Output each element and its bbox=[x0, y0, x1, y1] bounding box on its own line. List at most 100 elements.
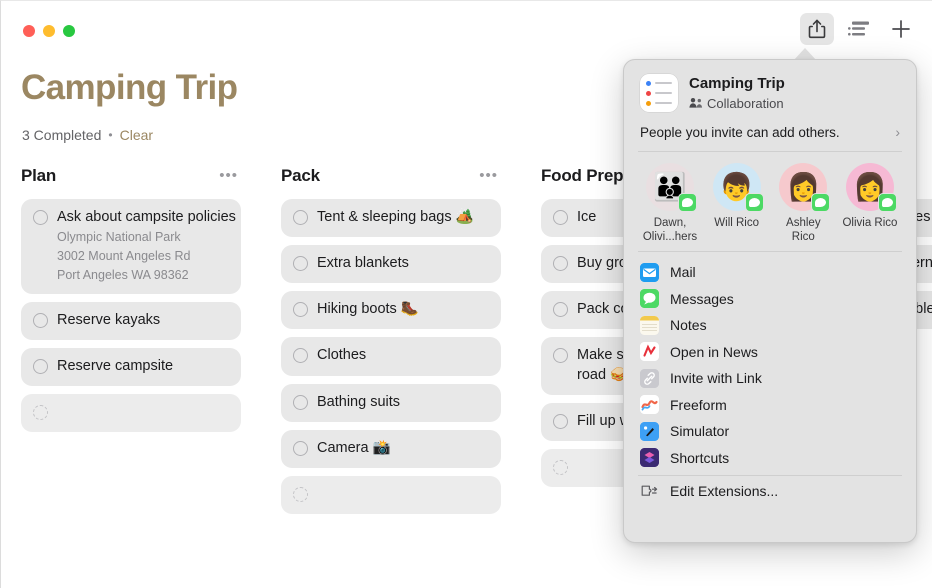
reminder-body: Camera 📸 bbox=[317, 439, 489, 458]
share-contact[interactable]: 👪 Dawn, Olivi...hers bbox=[638, 163, 702, 245]
popover-header: Camping Trip Collaboration bbox=[624, 60, 916, 120]
reminder-row[interactable]: Camera 📸 bbox=[281, 429, 501, 468]
reminder-checkbox-icon[interactable] bbox=[33, 312, 48, 328]
reminder-checkbox-icon[interactable] bbox=[553, 256, 568, 272]
column-header: Plan ••• bbox=[21, 159, 241, 193]
popover-collaboration-row: Collaboration bbox=[689, 96, 785, 111]
share-target-item[interactable]: Messages bbox=[624, 285, 916, 312]
share-icon bbox=[808, 19, 826, 39]
avatar-wrapper: 👪 bbox=[646, 163, 697, 212]
collaboration-label: Collaboration bbox=[707, 95, 784, 111]
share-target-item[interactable]: Mail bbox=[624, 259, 916, 286]
share-target-label: Open in News bbox=[670, 343, 758, 360]
reminder-checkbox-icon[interactable] bbox=[293, 394, 308, 410]
reminder-row[interactable]: Clothes bbox=[281, 337, 501, 376]
reminder-checkbox-icon[interactable] bbox=[553, 210, 568, 225]
reminder-title: Extra blankets bbox=[317, 255, 409, 272]
invite-permission-label: People you invite can add others. bbox=[640, 124, 840, 140]
reminder-title: Camera 📸 bbox=[317, 439, 391, 456]
new-reminder-row[interactable] bbox=[281, 475, 501, 514]
share-target-item[interactable]: Open in News bbox=[624, 338, 916, 365]
reminder-checkbox-icon[interactable] bbox=[293, 348, 308, 364]
zoom-window-button[interactable] bbox=[63, 25, 75, 37]
list-status-line: 3 Completed • Clear bbox=[22, 127, 153, 143]
share-contact[interactable]: 👦 Will Rico bbox=[705, 163, 769, 245]
board-column: Plan ••• Ask about campsite policies Olympi… bbox=[1, 159, 261, 588]
reminders-list-icon bbox=[640, 74, 678, 112]
shortcuts-icon bbox=[640, 448, 659, 467]
reminder-checkbox-icon[interactable] bbox=[293, 302, 308, 318]
share-target-item[interactable]: Freeform bbox=[624, 391, 916, 418]
reminders-window: Camping Trip 3 Completed • Clear Plan •••… bbox=[0, 0, 932, 588]
reminder-body: Bathing suits bbox=[317, 393, 489, 412]
contact-name: Olivia Rico bbox=[842, 217, 898, 229]
reminder-checkbox-icon[interactable] bbox=[293, 210, 308, 225]
reminder-row[interactable]: Ask about campsite policies Olympic Natio… bbox=[21, 199, 241, 294]
share-target-label: Mail bbox=[670, 264, 696, 280]
reminder-checkbox-icon[interactable] bbox=[293, 486, 308, 502]
share-target-item[interactable]: Simulator bbox=[624, 418, 916, 445]
column-title: Food Prep bbox=[541, 166, 624, 185]
share-target-item[interactable]: Invite with Link bbox=[624, 365, 916, 392]
reminder-note-line: 3002 Mount Angeles Rd bbox=[57, 249, 191, 263]
reminder-checkbox-icon[interactable] bbox=[553, 348, 568, 364]
clear-completed-link[interactable]: Clear bbox=[120, 127, 153, 143]
people-icon bbox=[689, 98, 703, 108]
reminder-checkbox-icon[interactable] bbox=[33, 210, 48, 225]
messages-badge-icon bbox=[877, 193, 897, 212]
reminder-checkbox-icon[interactable] bbox=[33, 405, 48, 420]
reminder-row[interactable]: Bathing suits bbox=[281, 383, 501, 422]
avatar-wrapper: 👩 bbox=[845, 163, 897, 212]
window-titlebar bbox=[1, 1, 932, 61]
share-contact[interactable]: 👩 Olivia Rico bbox=[838, 163, 902, 245]
reminder-row[interactable]: Reserve kayaks bbox=[21, 301, 241, 340]
reminder-checkbox-icon[interactable] bbox=[553, 302, 568, 318]
add-reminder-button[interactable] bbox=[884, 13, 918, 45]
column-header: Pack ••• bbox=[281, 159, 501, 193]
share-target-label: Invite with Link bbox=[670, 370, 762, 386]
messages-icon bbox=[640, 289, 659, 308]
list-view-icon bbox=[848, 21, 869, 36]
reminder-checkbox-icon[interactable] bbox=[553, 413, 568, 429]
share-target-label: Simulator bbox=[670, 423, 730, 439]
new-reminder-row[interactable] bbox=[21, 394, 241, 432]
messages-badge-icon bbox=[811, 193, 831, 212]
reminder-body: Extra blankets bbox=[317, 254, 489, 273]
minimize-window-button[interactable] bbox=[43, 25, 55, 37]
close-window-button[interactable] bbox=[23, 25, 35, 37]
reminder-checkbox-icon[interactable] bbox=[33, 358, 48, 374]
reminder-row[interactable]: Hiking boots 🥾 bbox=[281, 291, 501, 330]
contact-name: Ashley Rico bbox=[786, 217, 821, 244]
column-title: Pack bbox=[281, 166, 320, 185]
share-target-label: Freeform bbox=[670, 396, 727, 413]
news-icon bbox=[640, 342, 659, 361]
popover-footer: Edit Extensions... bbox=[624, 476, 916, 505]
share-target-item[interactable]: Shortcuts bbox=[624, 444, 916, 471]
list-view-button[interactable] bbox=[842, 13, 876, 45]
share-target-item[interactable]: Notes bbox=[624, 312, 916, 339]
contact-name: Will Rico bbox=[714, 217, 760, 229]
reminder-row[interactable]: Reserve campsite bbox=[21, 347, 241, 386]
reminder-checkbox-icon[interactable] bbox=[293, 256, 308, 272]
reminder-note-line: Olympic National Park bbox=[57, 230, 181, 245]
reminder-row[interactable]: Tent & sleeping bags 🏕️ bbox=[281, 199, 501, 238]
reminder-title: Tent & sleeping bags 🏕️ bbox=[317, 209, 474, 225]
share-targets-menu: Mail Messages Notes Open in News Invite with… bbox=[624, 252, 916, 475]
link-icon bbox=[640, 368, 659, 388]
reminder-title bbox=[317, 485, 489, 503]
edit-extensions-item[interactable]: Edit Extensions... bbox=[624, 478, 916, 505]
reminder-checkbox-icon[interactable] bbox=[293, 440, 308, 456]
mail-icon bbox=[640, 262, 659, 282]
share-contact[interactable]: 👩 Ashley Rico bbox=[771, 163, 835, 245]
reminder-row[interactable]: Extra blankets bbox=[281, 245, 501, 284]
invite-permission-row[interactable]: People you invite can add others. › bbox=[624, 120, 916, 151]
reminder-title: Reserve campsite bbox=[57, 357, 174, 374]
reminder-body: Ask about campsite policies Olympic Natio… bbox=[57, 208, 236, 284]
column-more-button[interactable]: ••• bbox=[216, 168, 241, 183]
messages-badge-icon bbox=[744, 193, 764, 212]
share-button[interactable] bbox=[800, 13, 834, 45]
freeform-icon bbox=[640, 395, 659, 414]
reminder-checkbox-icon[interactable] bbox=[553, 459, 568, 475]
notes-icon bbox=[640, 315, 659, 335]
column-more-button[interactable]: ••• bbox=[476, 168, 501, 183]
